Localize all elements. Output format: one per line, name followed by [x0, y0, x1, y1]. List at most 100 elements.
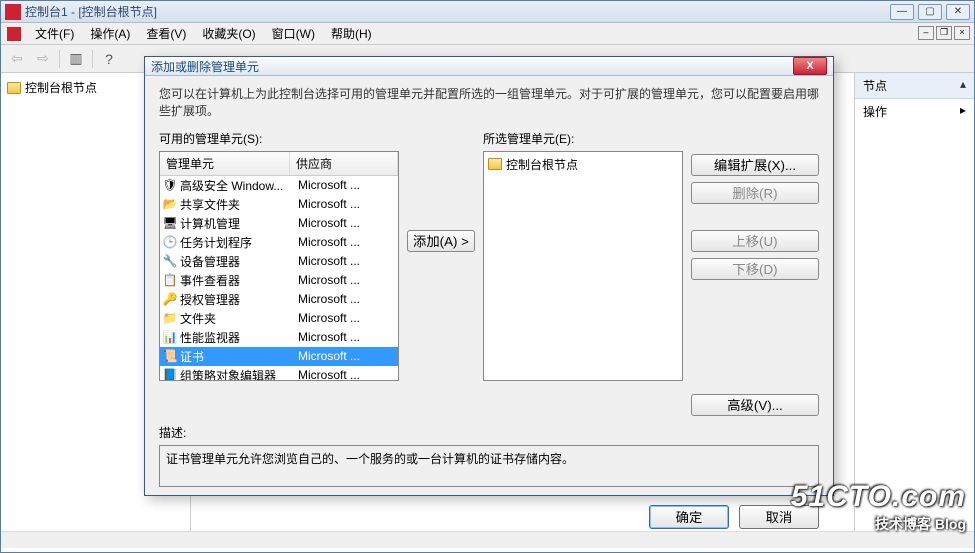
menu-bar: 文件(F) 操作(A) 查看(V) 收藏夹(O) 窗口(W) 帮助(H) – ❐… — [1, 23, 974, 45]
dialog-title-bar: 添加或删除管理单元 X — [145, 57, 833, 76]
snapin-row[interactable]: 🖥计算机管理Microsoft ... — [160, 214, 398, 233]
title-bar: 控制台1 - [控制台根节点] — ▢ ✕ — [1, 1, 974, 23]
dialog-footer: 确定 取消 — [145, 497, 833, 541]
menu-file[interactable]: 文件(F) — [27, 23, 82, 44]
snapin-icon: 📁 — [162, 310, 178, 326]
snapin-icon: 📂 — [162, 196, 178, 212]
snapin-icon: 📊 — [162, 329, 178, 345]
selected-column: 所选管理单元(E): 控制台根节点 — [483, 130, 683, 381]
snapin-name: 任务计划程序 — [178, 234, 292, 251]
description-area: 描述: 证书管理单元允许您浏览自己的、一个服务的或一台计算机的证书存储内容。 — [159, 424, 819, 487]
maximize-button[interactable]: ▢ — [918, 4, 942, 20]
watermark: 51CTO.com 技术博客 Blog — [791, 480, 966, 534]
description-box: 证书管理单元允许您浏览自己的、一个服务的或一台计算机的证书存储内容。 — [159, 445, 819, 487]
middle-column: 添加(A) > — [407, 130, 475, 252]
advanced-button[interactable]: 高级(V)... — [691, 394, 819, 416]
snapin-vendor: Microsoft ... — [292, 197, 396, 211]
snapin-icon: 🖥 — [162, 215, 178, 231]
snapin-name: 高级安全 Window... — [178, 177, 292, 194]
selected-label: 所选管理单元(E): — [483, 130, 683, 147]
move-up-button[interactable]: 上移(U) — [691, 230, 819, 252]
snapin-icon: 🕒 — [162, 234, 178, 250]
snapin-vendor: Microsoft ... — [292, 292, 396, 306]
remove-button[interactable]: 删除(R) — [691, 182, 819, 204]
main-window: 控制台1 - [控制台根节点] — ▢ ✕ 文件(F) 操作(A) 查看(V) … — [0, 0, 975, 553]
available-column: 可用的管理单元(S): 管理单元 供应商 🛡高级安全 Window...Micr… — [159, 130, 399, 381]
menu-action[interactable]: 操作(A) — [82, 23, 138, 44]
menu-help[interactable]: 帮助(H) — [323, 23, 380, 44]
menu-window[interactable]: 窗口(W) — [264, 23, 323, 44]
chevron-right-icon: ▸ — [960, 103, 966, 117]
ok-button[interactable]: 确定 — [649, 505, 729, 529]
snapin-row[interactable]: 📂共享文件夹Microsoft ... — [160, 195, 398, 214]
list-header: 管理单元 供应商 — [160, 152, 398, 176]
mdi-close[interactable]: × — [954, 26, 970, 40]
snapin-row[interactable]: 📋事件查看器Microsoft ... — [160, 271, 398, 290]
selected-root-label: 控制台根节点 — [506, 156, 578, 173]
snapin-vendor: Microsoft ... — [292, 311, 396, 325]
dialog-body: 您可以在计算机上为此控制台选择可用的管理单元并配置所选的一组管理单元。对于可扩展… — [145, 76, 833, 497]
snapin-row[interactable]: 🛡高级安全 Window...Microsoft ... — [160, 176, 398, 195]
snapin-icon: 📘 — [162, 367, 178, 381]
tree-root-label: 控制台根节点 — [25, 79, 97, 96]
snapin-name: 共享文件夹 — [178, 196, 292, 213]
dialog-intro: 您可以在计算机上为此控制台选择可用的管理单元并配置所选的一组管理单元。对于可扩展… — [159, 86, 819, 120]
mdi-restore[interactable]: ❐ — [936, 26, 952, 40]
folder-icon — [7, 82, 21, 94]
col-header-name[interactable]: 管理单元 — [160, 152, 290, 175]
side-buttons: 编辑扩展(X)... 删除(R) 上移(U) 下移(D) 高级(V)... — [691, 130, 819, 416]
snapin-name: 计算机管理 — [178, 215, 292, 232]
col-header-vendor[interactable]: 供应商 — [290, 152, 398, 175]
move-down-button[interactable]: 下移(D) — [691, 258, 819, 280]
menu-view[interactable]: 查看(V) — [138, 23, 194, 44]
snapin-row[interactable]: 🔧设备管理器Microsoft ... — [160, 252, 398, 271]
snapin-row[interactable]: 📁文件夹Microsoft ... — [160, 309, 398, 328]
snapin-row[interactable]: 📊性能监视器Microsoft ... — [160, 328, 398, 347]
menu-favorites[interactable]: 收藏夹(O) — [194, 23, 263, 44]
actions-header: 节点 ▴ — [855, 73, 974, 99]
available-snapins-list[interactable]: 管理单元 供应商 🛡高级安全 Window...Microsoft ...📂共享… — [159, 151, 399, 381]
snapin-row[interactable]: 📘组策略对象编辑器Microsoft ... — [160, 366, 398, 381]
snapin-row[interactable]: 🕒任务计划程序Microsoft ... — [160, 233, 398, 252]
dialog-columns: 可用的管理单元(S): 管理单元 供应商 🛡高级安全 Window...Micr… — [159, 130, 819, 416]
actions-header-label: 节点 — [863, 77, 887, 94]
available-label: 可用的管理单元(S): — [159, 130, 399, 147]
actions-more[interactable]: 操作 ▸ — [855, 99, 974, 124]
snapin-vendor: Microsoft ... — [292, 235, 396, 249]
description-label: 描述: — [159, 424, 819, 441]
snapin-name: 事件查看器 — [178, 272, 292, 289]
minimize-button[interactable]: — — [890, 4, 914, 20]
snapin-icon: 🔑 — [162, 291, 178, 307]
forward-button[interactable]: ⇨ — [31, 48, 55, 70]
show-hide-button[interactable]: ▥ — [64, 48, 88, 70]
folder-icon — [488, 158, 502, 170]
snapin-vendor: Microsoft ... — [292, 368, 396, 381]
toolbar-separator — [92, 50, 93, 68]
close-button[interactable]: ✕ — [946, 4, 970, 20]
dialog-title: 添加或删除管理单元 — [151, 58, 793, 75]
watermark-big: 51CTO.com — [791, 480, 966, 514]
snapin-name: 证书 — [178, 348, 292, 365]
help-button[interactable]: ? — [97, 48, 121, 70]
selected-root-item[interactable]: 控制台根节点 — [486, 154, 680, 175]
snapin-row[interactable]: 📜证书Microsoft ... — [160, 347, 398, 366]
add-button[interactable]: 添加(A) > — [407, 230, 475, 252]
window-buttons: — ▢ ✕ — [890, 4, 970, 20]
actions-more-label: 操作 — [863, 105, 887, 119]
snapin-row[interactable]: 🔑授权管理器Microsoft ... — [160, 290, 398, 309]
watermark-small: 技术博客 Blog — [791, 514, 966, 534]
snapin-name: 授权管理器 — [178, 291, 292, 308]
mdi-minimize[interactable]: – — [918, 26, 934, 40]
selected-snapins-list[interactable]: 控制台根节点 — [483, 151, 683, 381]
snapin-icon: 🛡 — [162, 177, 178, 193]
app-icon — [5, 4, 21, 20]
collapse-icon[interactable]: ▴ — [960, 77, 966, 94]
edit-extensions-button[interactable]: 编辑扩展(X)... — [691, 154, 819, 176]
snapin-vendor: Microsoft ... — [292, 216, 396, 230]
window-title: 控制台1 - [控制台根节点] — [25, 3, 890, 20]
back-button[interactable]: ⇦ — [5, 48, 29, 70]
add-remove-snapin-dialog: 添加或删除管理单元 X 您可以在计算机上为此控制台选择可用的管理单元并配置所选的… — [144, 56, 834, 496]
snapin-name: 性能监视器 — [178, 329, 292, 346]
dialog-close-button[interactable]: X — [793, 57, 827, 75]
toolbar-separator — [59, 50, 60, 68]
